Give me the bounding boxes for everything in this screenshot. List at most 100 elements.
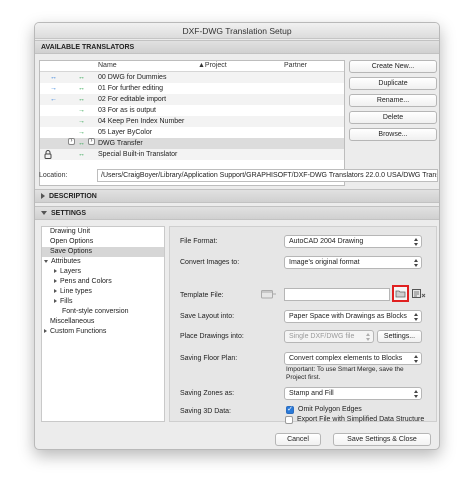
select-value: Single DXF/DWG file	[289, 333, 355, 340]
bidirectional-arrow-icon: ↔	[78, 140, 85, 147]
disclosure-down-icon[interactable]	[44, 259, 48, 263]
browse-button[interactable]: Browse...	[349, 128, 437, 141]
translation-setup-window: DXF-DWG Translation Setup AVAILABLE TRAN…	[34, 22, 440, 450]
list-item[interactable]: ↔ Special Built-in Translator	[40, 149, 344, 160]
save-options-panel: File Format: AutoCAD 2004 Drawing Conver…	[169, 226, 437, 422]
tree-item-save-options[interactable]: Save Options	[42, 247, 164, 257]
translator-name: 01 For further editing	[98, 85, 163, 92]
saving-zones-select[interactable]: Stamp and Fill	[284, 387, 422, 400]
bidirectional-arrow-icon: ↔	[78, 96, 85, 103]
clear-template-icon[interactable]	[412, 288, 426, 302]
list-item[interactable]: ↔ ↔ 00 DWG for Dummies	[40, 72, 344, 83]
omit-polygon-edges-label: Omit Polygon Edges	[298, 406, 362, 413]
rename-button[interactable]: Rename...	[349, 94, 437, 107]
select-arrows-icon	[414, 313, 419, 321]
tree-item-open-options[interactable]: Open Options	[42, 237, 164, 247]
tree-item-label: Custom Functions	[50, 328, 107, 335]
disclosure-right-icon[interactable]	[54, 269, 57, 274]
location-label: Location:	[39, 172, 68, 179]
export-simplified-label: Export File with Simplified Data Structu…	[297, 416, 425, 423]
section-title: DESCRIPTION	[49, 193, 97, 200]
disclosure-right-icon[interactable]	[54, 279, 57, 284]
settings-button[interactable]: Settings...	[377, 330, 422, 343]
disclosure-right-icon[interactable]	[54, 289, 57, 294]
list-item[interactable]: → 04 Keep Pen Index Number	[40, 116, 344, 127]
col-partner[interactable]: Partner	[284, 61, 307, 71]
settings-header[interactable]: SETTINGS	[35, 206, 439, 220]
tree-item-attributes[interactable]: Attributes	[42, 257, 164, 267]
col-project[interactable]: ▲Project	[198, 61, 227, 71]
tree-item-font-style[interactable]: Font-style conversion	[42, 307, 164, 317]
tree-item-label: Line types	[60, 288, 92, 295]
description-header[interactable]: DESCRIPTION	[35, 189, 439, 203]
section-title: SETTINGS	[51, 210, 87, 217]
file-format-select[interactable]: AutoCAD 2004 Drawing	[284, 235, 422, 248]
col-name[interactable]: Name	[98, 61, 117, 71]
list-item-selected[interactable]: › ↔ › DWG Transfer	[40, 138, 344, 149]
settings-tree[interactable]: Drawing Unit Open Options Save Options A…	[41, 226, 165, 422]
translator-buttons: Create New... Duplicate Rename... Delete…	[349, 60, 437, 145]
right-arrow-icon: →	[78, 107, 85, 114]
list-item[interactable]: → ↔ 01 For further editing	[40, 83, 344, 94]
select-arrows-icon	[414, 259, 419, 267]
delete-button[interactable]: Delete	[349, 111, 437, 124]
disclosure-right-icon[interactable]	[44, 329, 47, 334]
bidirectional-arrow-icon: ↔	[50, 74, 57, 81]
select-value: Convert complex elements to Blocks	[289, 355, 403, 362]
translator-name: Special Built-in Translator	[98, 151, 178, 158]
disclosure-right-icon[interactable]	[54, 299, 57, 304]
tree-item-miscellaneous[interactable]: Miscellaneous	[42, 317, 164, 327]
available-translators-header[interactable]: AVAILABLE TRANSLATORS	[35, 40, 439, 54]
translator-name: 00 DWG for Dummies	[98, 74, 167, 81]
tree-item-line-types[interactable]: Line types	[42, 287, 164, 297]
duplicate-button[interactable]: Duplicate	[349, 77, 437, 90]
select-arrows-icon	[414, 355, 419, 363]
place-drawings-select[interactable]: Single DXF/DWG file	[284, 330, 374, 343]
tree-item-layers[interactable]: Layers	[42, 267, 164, 277]
save-layout-label: Save Layout into:	[180, 313, 235, 320]
translator-name: 02 For editable import	[98, 96, 167, 103]
save-layout-select[interactable]: Paper Space with Drawings as Blocks	[284, 310, 422, 323]
location-field[interactable]: /Users/CraigBoyer/Library/Application Su…	[97, 169, 438, 182]
template-file-input[interactable]	[284, 288, 390, 301]
create-new-button[interactable]: Create New...	[349, 60, 437, 73]
save-settings-close-button[interactable]: Save Settings & Close	[333, 433, 431, 446]
bidirectional-arrow-icon: ↔	[78, 151, 85, 158]
convert-images-select[interactable]: Image's original format	[284, 256, 422, 269]
lock-icon	[44, 150, 52, 163]
cancel-button[interactable]: Cancel	[275, 433, 321, 446]
tree-item-label: Pens and Colors	[60, 278, 112, 285]
place-drawings-label: Place Drawings into:	[180, 333, 244, 340]
select-value: Image's original format	[289, 259, 360, 266]
translator-name: 05 Layer ByColor	[98, 129, 153, 136]
select-value: Paper Space with Drawings as Blocks	[289, 313, 407, 320]
right-arrow-icon: →	[78, 118, 85, 125]
tree-item-drawing-unit[interactable]: Drawing Unit	[42, 227, 164, 237]
browse-folder-button[interactable]	[392, 285, 409, 302]
tree-item-fills[interactable]: Fills	[42, 297, 164, 307]
list-header: Name ▲Project Partner	[40, 61, 344, 72]
list-item[interactable]: ← ↔ 02 For editable import	[40, 94, 344, 105]
translator-name: 04 Keep Pen Index Number	[98, 118, 185, 125]
right-arrow-icon: →	[78, 129, 85, 136]
tree-item-label: Attributes	[51, 258, 81, 265]
bidirectional-arrow-icon: ↔	[78, 85, 85, 92]
tree-item-custom-functions[interactable]: Custom Functions	[42, 327, 164, 337]
smart-merge-note-2: Project first.	[286, 374, 321, 381]
file-format-label: File Format:	[180, 238, 218, 245]
list-item[interactable]: → 03 For as is output	[40, 105, 344, 116]
translator-name: 03 For as is output	[98, 107, 156, 114]
omit-polygon-edges-checkbox[interactable]: ✓	[286, 406, 294, 414]
chevron-right-icon[interactable]: ›	[88, 138, 95, 145]
tree-item-pens-colors[interactable]: Pens and Colors	[42, 277, 164, 287]
translator-name: DWG Transfer	[98, 140, 143, 147]
right-arrow-icon: →	[50, 85, 57, 92]
chevron-right-icon[interactable]: ›	[68, 138, 75, 145]
saving-floor-plan-select[interactable]: Convert complex elements to Blocks	[284, 352, 422, 365]
translators-list[interactable]: Name ▲Project Partner ↔ ↔ 00 DWG for Dum…	[39, 60, 345, 186]
convert-images-label: Convert Images to:	[180, 259, 240, 266]
select-arrows-icon	[414, 238, 419, 246]
export-simplified-checkbox[interactable]	[285, 416, 293, 424]
left-arrow-icon: ←	[50, 96, 57, 103]
list-item[interactable]: → 05 Layer ByColor	[40, 127, 344, 138]
